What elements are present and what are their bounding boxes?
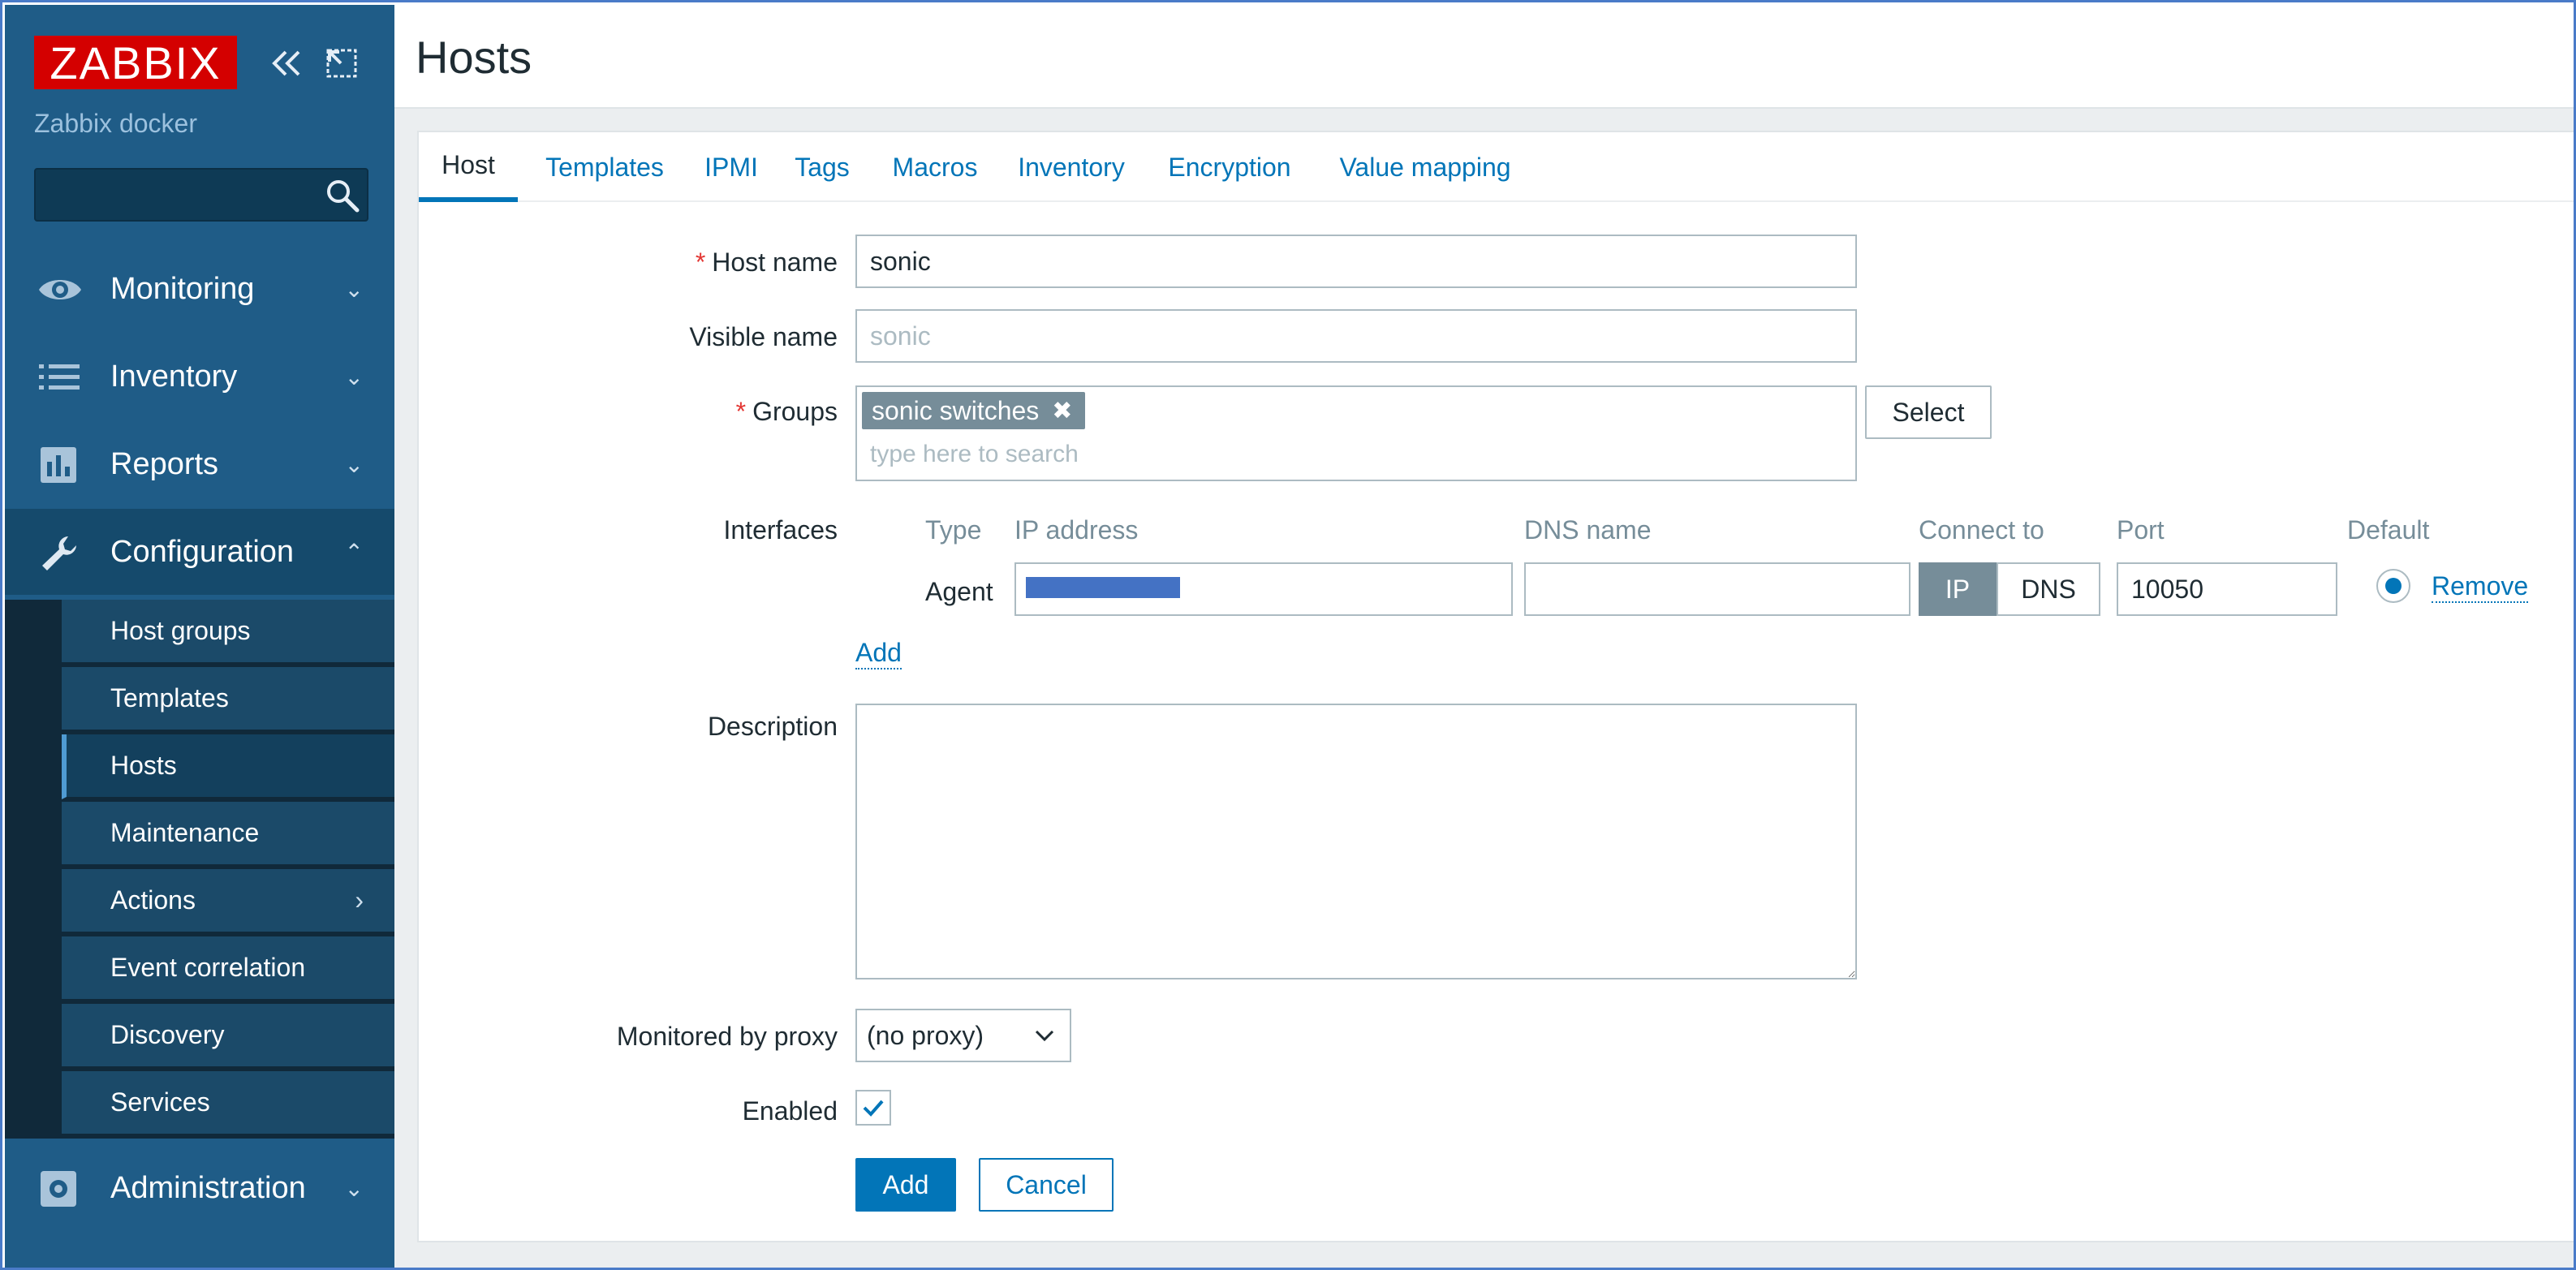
groups-label: * Groups (735, 397, 838, 426)
select-groups-button[interactable]: Select (1865, 385, 1992, 439)
description-label: Description (707, 712, 838, 741)
chevron-down-icon: ⌄ (344, 276, 364, 302)
add-button[interactable]: Add (855, 1158, 956, 1212)
default-interface-radio[interactable] (2376, 569, 2410, 603)
page-title: Hosts (416, 32, 532, 83)
tab-tags[interactable]: Tags (786, 132, 859, 202)
submenu-actions[interactable]: Actions › (62, 869, 394, 934)
nav-monitoring-label: Monitoring (110, 271, 255, 306)
app-frame: ZABBIX Zabbix docker Monitoring ⌄ Invent… (0, 0, 2576, 1270)
eye-icon (39, 280, 81, 299)
submenu-hosts[interactable]: Hosts (62, 734, 394, 799)
nav-administration-label: Administration (110, 1170, 306, 1205)
group-chip: sonic switches ✖ (862, 392, 1086, 429)
visible-name-label: Visible name (689, 322, 838, 351)
enabled-label: Enabled (742, 1096, 838, 1126)
connect-dns-toggle[interactable]: DNS (1997, 562, 2100, 616)
host-form-panel: Host Templates IPMI Tags Macros Inventor… (417, 131, 2574, 1242)
nav-configuration[interactable]: Configuration ⌃ (5, 509, 394, 595)
iface-ip-input[interactable] (1014, 562, 1513, 616)
submenu-services[interactable]: Services (62, 1071, 394, 1136)
nav-reports-label: Reports (110, 446, 219, 481)
kiosk-mode-icon[interactable] (321, 41, 362, 86)
configuration-submenu: Host groups Templates Hosts Maintenance … (5, 600, 394, 1139)
cancel-button[interactable]: Cancel (979, 1158, 1114, 1212)
bar-chart-icon (41, 447, 76, 483)
chevron-down-icon: ⌄ (344, 1175, 364, 1201)
iface-type: Agent (925, 577, 993, 606)
remove-chip-icon[interactable]: ✖ (1052, 397, 1072, 425)
submenu-host-groups[interactable]: Host groups (62, 600, 394, 665)
iface-col-default: Default (2347, 515, 2430, 545)
iface-col-dns: DNS name (1524, 515, 1652, 545)
tab-encryption[interactable]: Encryption (1152, 132, 1307, 202)
description-textarea[interactable] (855, 704, 1857, 979)
chevron-down-icon: ⌄ (344, 364, 364, 390)
nav-reports[interactable]: Reports ⌄ (5, 421, 394, 507)
sidebar-search (34, 168, 368, 222)
enabled-checkbox[interactable] (855, 1090, 891, 1126)
remove-interface-link[interactable]: Remove (2432, 570, 2529, 603)
iface-col-type: Type (925, 515, 982, 545)
connect-ip-toggle[interactable]: IP (1919, 562, 1997, 616)
submenu-templates[interactable]: Templates (62, 667, 394, 732)
proxy-select[interactable]: (no proxy) (855, 1009, 1071, 1062)
interfaces-label: Interfaces (723, 515, 838, 545)
sidebar-search-input[interactable] (36, 170, 312, 220)
tab-templates[interactable]: Templates (532, 132, 677, 202)
nav-administration[interactable]: Administration ⌄ (5, 1145, 394, 1231)
iface-col-ip: IP address (1014, 515, 1139, 545)
iface-port-input[interactable] (2117, 562, 2337, 616)
nav-inventory[interactable]: Inventory ⌄ (5, 334, 394, 420)
nav-configuration-label: Configuration (110, 534, 295, 569)
sidebar: ZABBIX Zabbix docker Monitoring ⌄ Invent… (5, 5, 394, 1268)
list-icon (39, 364, 80, 390)
zabbix-logo[interactable]: ZABBIX (34, 36, 237, 89)
host-name-input[interactable] (855, 235, 1857, 288)
nav-inventory-label: Inventory (110, 359, 238, 394)
iface-col-port: Port (2117, 515, 2165, 545)
server-name: Zabbix docker (34, 109, 197, 138)
page-header: Hosts (394, 5, 2574, 109)
tab-inventory[interactable]: Inventory (1006, 132, 1136, 202)
gear-icon (41, 1171, 76, 1207)
groups-search-input[interactable] (862, 436, 1836, 473)
required-asterisk: * (695, 248, 706, 277)
iface-dns-input[interactable] (1524, 562, 1910, 616)
redacted-ip-mark (1026, 577, 1180, 598)
submenu-actions-label: Actions (110, 885, 196, 915)
add-interface-link[interactable]: Add (855, 637, 902, 669)
tab-bar: Host Templates IPMI Tags Macros Inventor… (419, 132, 2574, 202)
chevron-right-icon: › (355, 885, 364, 915)
chevron-down-icon: ⌄ (344, 451, 364, 477)
nav-monitoring[interactable]: Monitoring ⌄ (5, 246, 394, 332)
submenu-maintenance[interactable]: Maintenance (62, 802, 394, 867)
required-asterisk: * (735, 397, 747, 426)
tab-macros[interactable]: Macros (878, 132, 992, 202)
main-content: Hosts Host Templates IPMI Tags Macros In… (394, 5, 2574, 1268)
proxy-select-value: (no proxy) (867, 1020, 984, 1050)
chevron-up-icon: ⌃ (344, 539, 364, 565)
tab-host[interactable]: Host (419, 132, 518, 202)
tab-value-mapping[interactable]: Value mapping (1323, 132, 1527, 202)
visible-name-input[interactable] (855, 309, 1857, 363)
groups-multiselect[interactable]: sonic switches ✖ (855, 385, 1857, 481)
host-name-label: * Host name (695, 248, 838, 277)
tab-ipmi[interactable]: IPMI (695, 132, 768, 202)
chevron-down-icon (1035, 1030, 1054, 1042)
checkmark-icon (863, 1100, 884, 1117)
submenu-discovery[interactable]: Discovery (62, 1004, 394, 1069)
search-icon[interactable] (323, 176, 362, 215)
iface-col-connect: Connect to (1919, 515, 2044, 545)
wrench-icon (42, 536, 76, 570)
collapse-sidebar-icon[interactable] (266, 41, 307, 86)
group-chip-label: sonic switches (872, 395, 1040, 425)
proxy-label: Monitored by proxy (616, 1022, 838, 1051)
submenu-event-correlation[interactable]: Event correlation (62, 936, 394, 1001)
